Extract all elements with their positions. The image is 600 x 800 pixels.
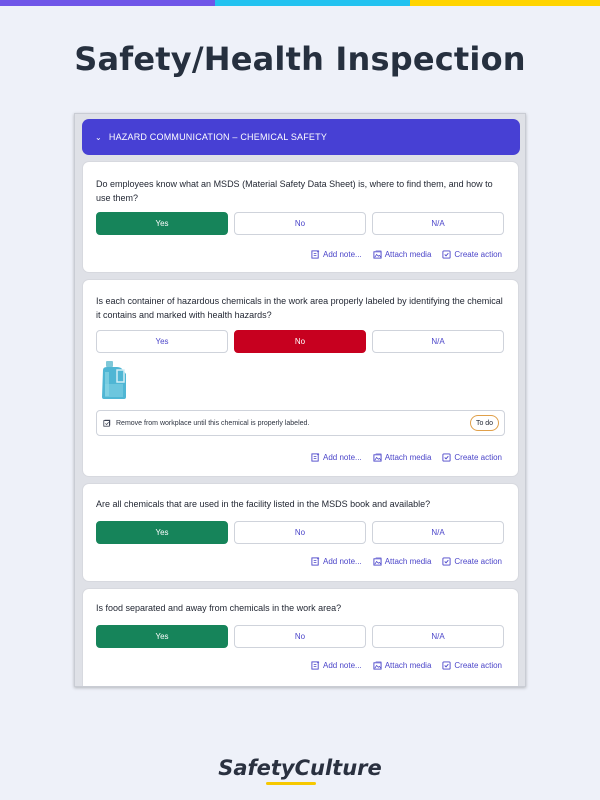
add-note-label: Add note... [323, 453, 362, 462]
image-icon [373, 557, 382, 566]
note-icon [311, 250, 320, 259]
attach-media-label: Attach media [384, 250, 432, 259]
chevron-down-icon[interactable]: ⌄ [95, 133, 102, 142]
create-action-button[interactable]: Create action [442, 557, 502, 566]
checklist-icon [442, 661, 451, 670]
action-note-text: Remove from workplace until this chemica… [116, 419, 310, 427]
section-header[interactable]: ⌄ HAZARD COMMUNICATION – CHEMICAL SAFETY [82, 119, 520, 155]
create-action-button[interactable]: Create action [442, 453, 502, 462]
top-bar-yellow [410, 0, 600, 6]
top-bar-purple [0, 0, 215, 6]
checklist-icon [442, 250, 451, 259]
question-text: Do employees know what an MSDS (Material… [96, 179, 493, 203]
question-text: Is food separated and away from chemical… [96, 603, 342, 613]
brand-logo: SafetyCulture [0, 756, 600, 785]
question-actions: Add note... Attach media Create action [311, 453, 502, 462]
action-status-badge[interactable]: To do [470, 415, 499, 431]
question-card: Is food separated and away from chemical… [82, 588, 519, 686]
response-yes-button[interactable]: Yes [96, 625, 228, 648]
brand-name: SafetyCulture [218, 756, 382, 780]
response-na-button[interactable]: N/A [372, 212, 504, 235]
checklist-icon [442, 557, 451, 566]
question-text: Are all chemicals that are used in the f… [96, 499, 431, 509]
note-icon [311, 453, 320, 462]
create-action-button[interactable]: Create action [442, 661, 502, 670]
add-note-button[interactable]: Add note... [311, 661, 362, 670]
response-yes-button[interactable]: Yes [96, 212, 228, 235]
chemical-bottle-photo[interactable] [97, 360, 131, 400]
attach-media-button[interactable]: Attach media [373, 453, 432, 462]
response-yes-button[interactable]: Yes [96, 521, 228, 544]
section-title: HAZARD COMMUNICATION – CHEMICAL SAFETY [108, 132, 328, 142]
response-na-button[interactable]: N/A [372, 521, 504, 544]
response-na-button[interactable]: N/A [372, 330, 504, 353]
question-actions: Add note... Attach media Create action [311, 661, 502, 670]
question-card: Are all chemicals that are used in the f… [82, 483, 519, 582]
create-action-label: Create action [454, 661, 502, 670]
checklist-icon [442, 453, 451, 462]
image-icon [373, 250, 382, 259]
note-icon [311, 661, 320, 670]
action-icon [103, 419, 111, 427]
add-note-label: Add note... [323, 557, 362, 566]
attach-media-label: Attach media [384, 453, 432, 462]
create-action-label: Create action [454, 453, 502, 462]
attach-media-button[interactable]: Attach media [373, 557, 432, 566]
response-no-button[interactable]: No [234, 625, 366, 648]
inspection-panel: ⌄ HAZARD COMMUNICATION – CHEMICAL SAFETY… [74, 113, 526, 687]
question-actions: Add note... Attach media Create action [311, 250, 502, 259]
page-title: Safety/Health Inspection [74, 40, 526, 78]
response-no-button[interactable]: No [234, 330, 366, 353]
add-note-button[interactable]: Add note... [311, 250, 362, 259]
add-note-label: Add note... [323, 250, 362, 259]
top-color-bar [0, 0, 600, 6]
top-bar-cyan [215, 0, 410, 6]
image-icon [373, 453, 382, 462]
question-actions: Add note... Attach media Create action [311, 557, 502, 566]
response-no-button[interactable]: No [234, 521, 366, 544]
action-note[interactable]: Remove from workplace until this chemica… [96, 410, 505, 436]
create-action-label: Create action [454, 250, 502, 259]
question-text: Is each container of hazardous chemicals… [96, 296, 503, 320]
add-note-button[interactable]: Add note... [311, 557, 362, 566]
response-no-button[interactable]: No [234, 212, 366, 235]
response-yes-button[interactable]: Yes [96, 330, 228, 353]
create-action-label: Create action [454, 557, 502, 566]
question-card: Is each container of hazardous chemicals… [82, 279, 519, 477]
image-icon [373, 661, 382, 670]
create-action-button[interactable]: Create action [442, 250, 502, 259]
add-note-button[interactable]: Add note... [311, 453, 362, 462]
response-na-button[interactable]: N/A [372, 625, 504, 648]
attach-media-label: Attach media [384, 661, 432, 670]
note-icon [311, 557, 320, 566]
brand-underline [266, 782, 316, 785]
attach-media-button[interactable]: Attach media [373, 250, 432, 259]
attach-media-label: Attach media [384, 557, 432, 566]
add-note-label: Add note... [323, 661, 362, 670]
attach-media-button[interactable]: Attach media [373, 661, 432, 670]
question-card: Do employees know what an MSDS (Material… [82, 161, 519, 273]
